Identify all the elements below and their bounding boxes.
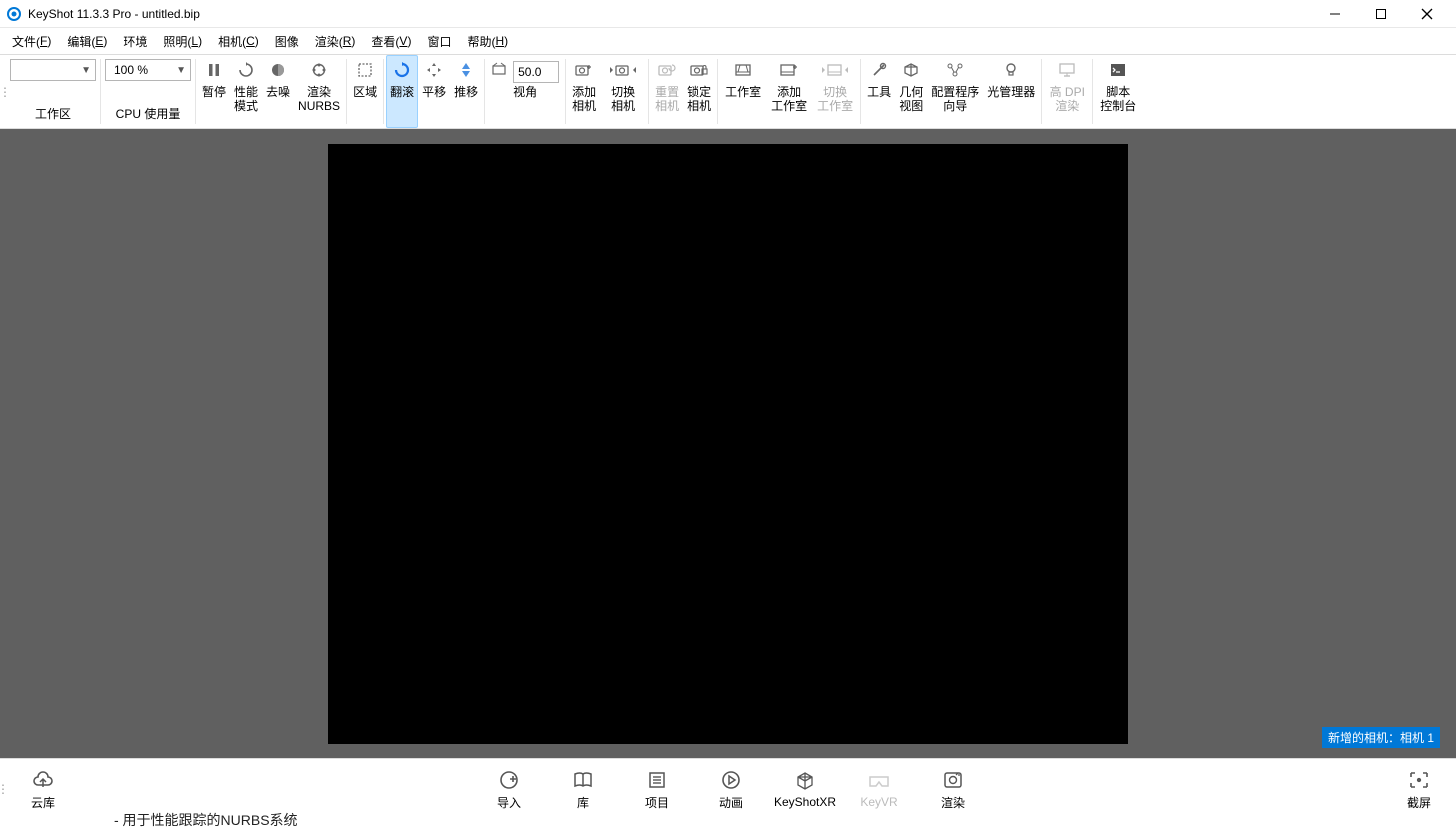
geometry-view-button[interactable]: 几何 视图 [895,55,927,128]
bulb-icon [1003,59,1019,81]
import-button[interactable]: 导入 [472,761,546,817]
dolly-icon [458,59,474,81]
cpu-usage-combo[interactable]: 100 % ▼ [105,59,191,81]
render-nurbs-button[interactable]: 渲染 NURBS [294,55,344,128]
title-bar: KeyShot 11.3.3 Pro - untitled.bip [0,0,1456,28]
list-icon [647,768,667,792]
refresh-icon [238,59,254,81]
denoise-button[interactable]: 去噪 [262,55,294,128]
menu-相机[interactable]: 相机(C) [210,30,267,52]
cpu-combo-text: 100 % [110,63,176,77]
cpu-usage-label: CPU 使用量 [116,105,181,122]
minimize-button[interactable] [1312,0,1358,28]
pan-icon [426,59,442,81]
menu-帮助[interactable]: 帮助(H) [459,30,516,52]
render-icon [942,768,964,792]
menu-窗口[interactable]: 窗口 [419,30,459,52]
configurator-button[interactable]: 配置程序 向导 [927,55,983,128]
workspace-combo[interactable]: ▼ [10,59,96,81]
performance-mode-button[interactable]: 性能 模式 [230,55,262,128]
camera-switch-icon [609,59,637,81]
viewport-area[interactable]: 新增的相机：相机 1 [0,129,1456,758]
camera-lock-icon [690,59,708,81]
monitor-icon [1058,59,1076,81]
menu-环境[interactable]: 环境 [115,30,155,52]
wizard-icon [946,59,964,81]
camera-badge: 新增的相机：相机 1 [1322,727,1440,748]
pan-button[interactable]: 平移 [418,55,450,128]
project-button[interactable]: 项目 [620,761,694,817]
region-button[interactable]: 区域 [349,55,381,128]
menu-bar: 文件(F)编辑(E)环境照明(L)相机(C)图像渲染(R)查看(V)窗口帮助(H… [0,28,1456,55]
studio-button[interactable]: 工作室 [720,55,766,128]
camera-plus-icon [575,59,593,81]
workspace-label: 工作区 [35,105,71,122]
animation-button[interactable]: 动画 [694,761,768,817]
window-title: KeyShot 11.3.3 Pro - untitled.bip [28,7,200,21]
close-button[interactable] [1404,0,1450,28]
reset-camera-button: 重置 相机 [651,55,683,128]
studio-plus-icon [780,59,798,81]
add-studio-button[interactable]: 添加 工作室 [766,55,812,128]
dolly-button[interactable]: 推移 [450,55,482,128]
book-icon [572,768,594,792]
tools-icon [871,59,887,81]
play-circle-icon [720,768,742,792]
maximize-button[interactable] [1358,0,1404,28]
chevron-down-icon: ▼ [81,65,91,76]
light-manager-button[interactable]: 光管理器 [983,55,1039,128]
fov-input[interactable]: 50.0 [513,61,559,83]
script-console-button[interactable]: 脚本 控制台 [1095,55,1141,128]
region-icon [357,59,373,81]
crop-icon [1408,768,1430,792]
high-dpi-button: 高 DPI 渲染 [1044,55,1090,128]
menu-编辑[interactable]: 编辑(E) [59,30,115,52]
switch-studio-button: 切换 工作室 [812,55,858,128]
screenshot-button[interactable]: 截屏 [1382,761,1456,817]
cube-wire-icon [794,769,816,793]
menu-渲染[interactable]: 渲染(R) [307,30,364,52]
menu-照明[interactable]: 照明(L) [155,30,210,52]
cloud-icon [31,768,55,792]
studio-icon [734,59,752,81]
keyvr-button: KeyVR [842,761,916,817]
lock-camera-button[interactable]: 锁定 相机 [683,55,715,128]
keyshotxr-button[interactable]: KeyShotXR [768,761,842,817]
render-button[interactable]: 渲染 [916,761,990,817]
import-icon [498,768,520,792]
render-canvas[interactable] [328,144,1128,744]
app-icon [6,6,22,22]
menu-文件[interactable]: 文件(F) [4,30,59,52]
menu-查看[interactable]: 查看(V) [363,30,419,52]
perspective-icon [491,59,507,81]
switch-camera-button[interactable]: 切换 相机 [600,55,646,128]
pause-icon [206,59,222,81]
tumble-button[interactable]: 翻滚 [386,55,418,128]
footer-text: - 用于性能跟踪的NURBS系统 [114,810,298,830]
nurbs-icon [311,59,327,81]
add-camera-button[interactable]: 添加 相机 [568,55,600,128]
library-button[interactable]: 库 [546,761,620,817]
tools-button[interactable]: 工具 [863,55,895,128]
denoise-icon [270,59,286,81]
menu-图像[interactable]: 图像 [267,30,307,52]
cube-icon [903,59,919,81]
cloud-library-button[interactable]: 云库 [6,761,80,817]
perspective-button[interactable]: 50.0 视角 [487,55,563,128]
studio-switch-icon [821,59,849,81]
pause-button[interactable]: 暂停 [198,55,230,128]
main-toolbar: ⋮ ▼ 工作区 100 % ▼ CPU 使用量 暂停 性能 模式 去噪 渲染 N… [0,55,1456,129]
chevron-down-icon: ▼ [176,65,186,76]
vr-icon [867,769,891,793]
camera-reset-icon [658,59,676,81]
terminal-icon [1109,59,1127,81]
rotate-icon [393,59,411,81]
